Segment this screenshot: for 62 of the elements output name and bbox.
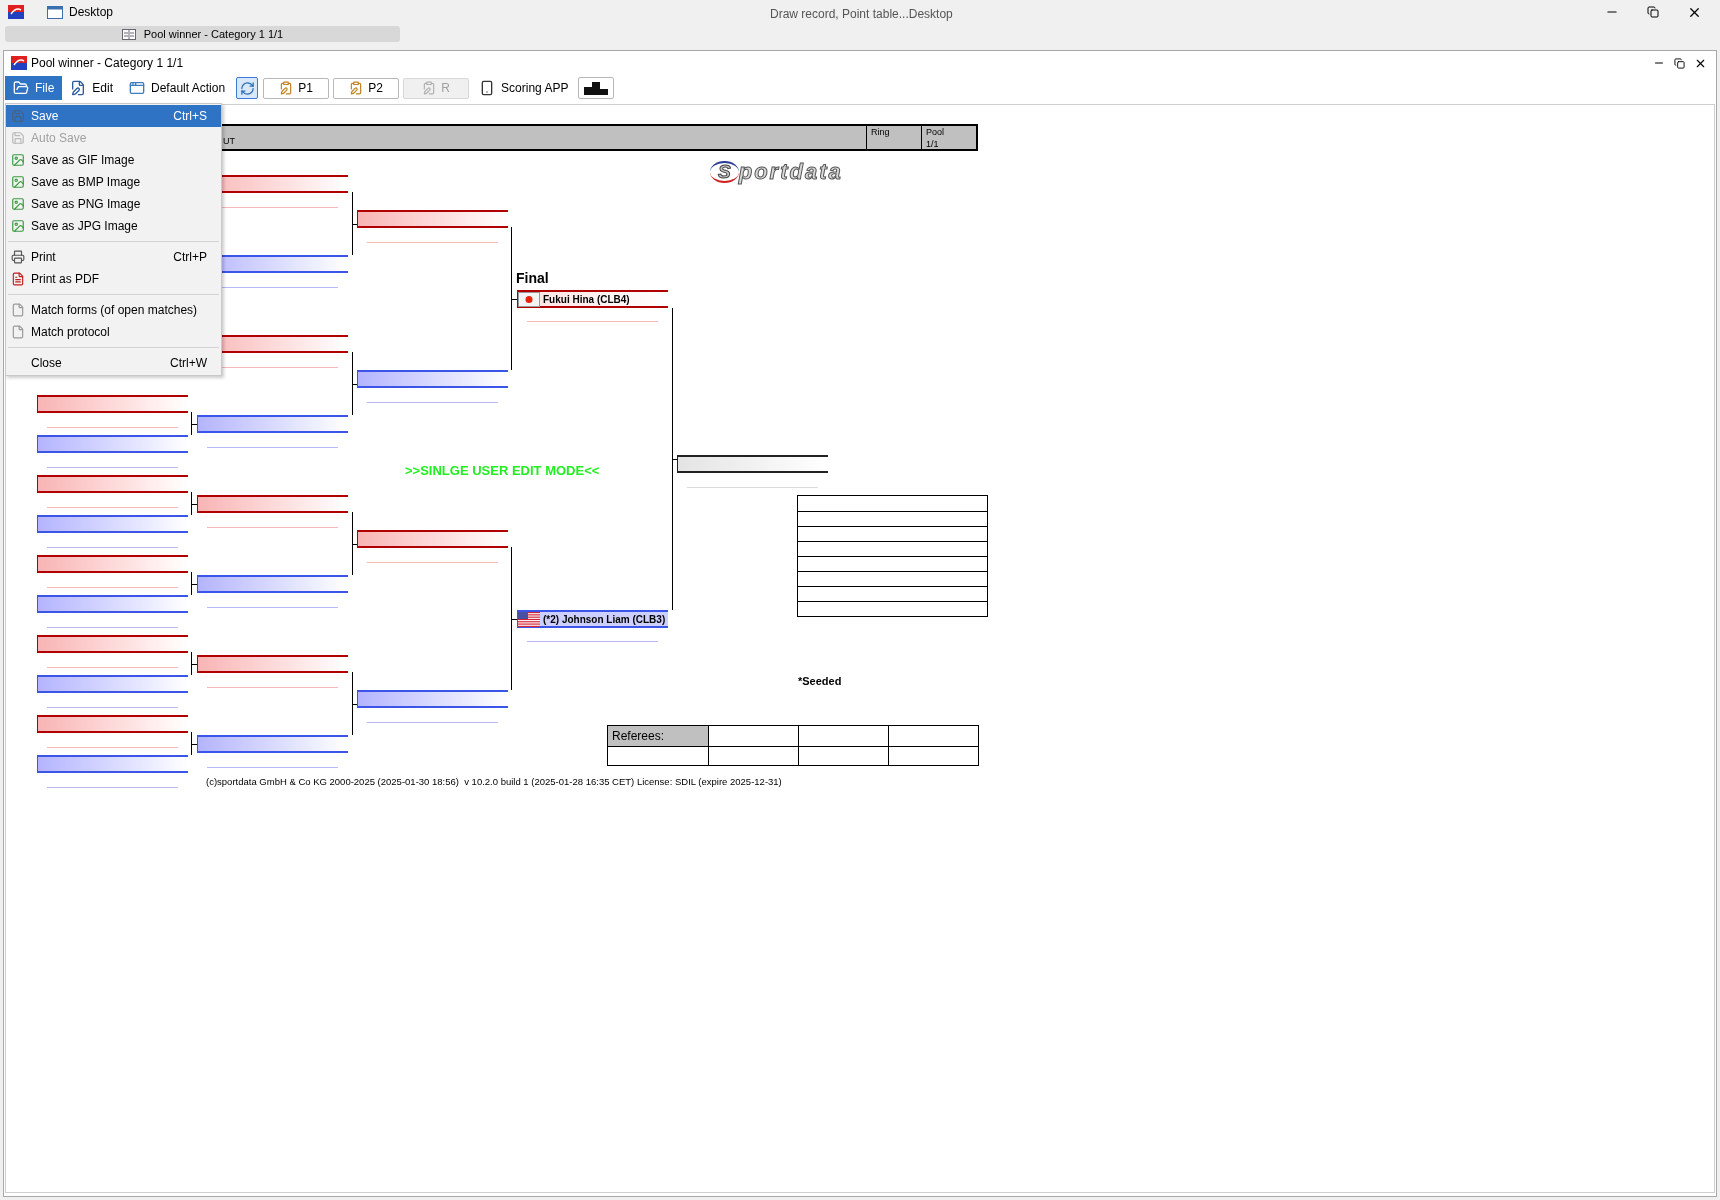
image-icon: [11, 197, 25, 211]
podium-button[interactable]: [578, 77, 615, 99]
printer-icon: [11, 250, 25, 264]
window-caption: Draw record, Point table...Desktop: [770, 6, 953, 23]
save-icon: [11, 131, 25, 145]
toolbar-menu[interactable]: Edit: [62, 76, 122, 100]
edit-icon: [70, 80, 87, 96]
header-label: Pool: [926, 126, 945, 138]
menu-item[interactable]: Print as PDF: [6, 268, 221, 290]
restore-icon: [1647, 6, 1659, 18]
menu-item[interactable]: Match protocol: [6, 321, 221, 343]
menu-item[interactable]: Match forms (of open matches): [6, 299, 221, 321]
sportdata-logo: S portdata: [710, 161, 843, 183]
table-icon: [121, 28, 136, 40]
window-icon: [47, 5, 63, 19]
menu-item[interactable]: Save as PNG Image: [6, 193, 221, 215]
mode-message: >>SINLGE USER EDIT MODE<<: [405, 462, 600, 480]
competitor-name: Fukui Hina (CLB4): [543, 292, 630, 307]
pdf-icon: [11, 272, 25, 286]
menu-item[interactable]: Save as GIF Image: [6, 149, 221, 171]
menu-item[interactable]: Save as BMP Image: [6, 171, 221, 193]
round-title: Final: [516, 269, 549, 288]
document-icon: [11, 325, 25, 339]
document-icon: [11, 303, 25, 317]
toolbar-menu[interactable]: Default Action: [121, 76, 234, 100]
window-icon: [129, 80, 146, 96]
footer-text: (c)sportdata GmbH & Co KG 2000-2025 (2025-01-30 18:56) v 10.2.0 build 1 (2025-01-28 16:35 CET) License: SDIL (expire 2025-12-31): [206, 775, 782, 789]
toolbar-menu[interactable]: Scoring APP: [471, 76, 577, 100]
menu-item[interactable]: Save as JPG Image: [6, 215, 221, 237]
window-title: Pool winner - Category 1 1/1: [31, 55, 184, 72]
toggle-button[interactable]: [236, 77, 259, 99]
podium-icon: [583, 81, 610, 95]
folder-icon: [13, 80, 29, 96]
app-logo-icon: [11, 56, 27, 70]
app-logo-icon: [8, 5, 24, 19]
restore-button[interactable]: [1674, 57, 1685, 69]
restore-icon: [1674, 57, 1685, 69]
flag-icon: [518, 291, 540, 307]
restore-button[interactable]: [1645, 6, 1661, 18]
header-title: UT: [223, 134, 235, 148]
document-tab[interactable]: Pool winner - Category 1 1/1: [5, 26, 400, 42]
toolbar-button[interactable]: P1: [263, 77, 330, 99]
form-icon: [279, 81, 294, 95]
toolbar-button[interactable]: P2: [333, 77, 400, 99]
image-icon: [11, 219, 25, 233]
menu-item[interactable]: Close Ctrl+W: [6, 352, 221, 374]
refresh-icon: [239, 80, 255, 96]
header-value: 1/1: [926, 138, 940, 150]
image-icon: [11, 175, 25, 189]
window-title: Desktop: [69, 4, 114, 21]
flag-icon: [518, 611, 540, 627]
toolbar-menu[interactable]: File: [5, 76, 63, 100]
competitor-name: (*2) Johnson Liam (CLB3): [543, 612, 666, 627]
form-icon: [422, 81, 437, 95]
seeded-note: *Seeded: [798, 674, 842, 689]
image-icon: [11, 153, 25, 167]
form-icon: [349, 81, 364, 95]
referees-label: Referees:: [608, 726, 708, 746]
header-cell: Ring: [866, 126, 921, 149]
menu-item[interactable]: Print Ctrl+P: [6, 246, 221, 268]
menu-item[interactable]: Save Ctrl+S: [6, 105, 221, 127]
save-icon: [11, 109, 25, 123]
